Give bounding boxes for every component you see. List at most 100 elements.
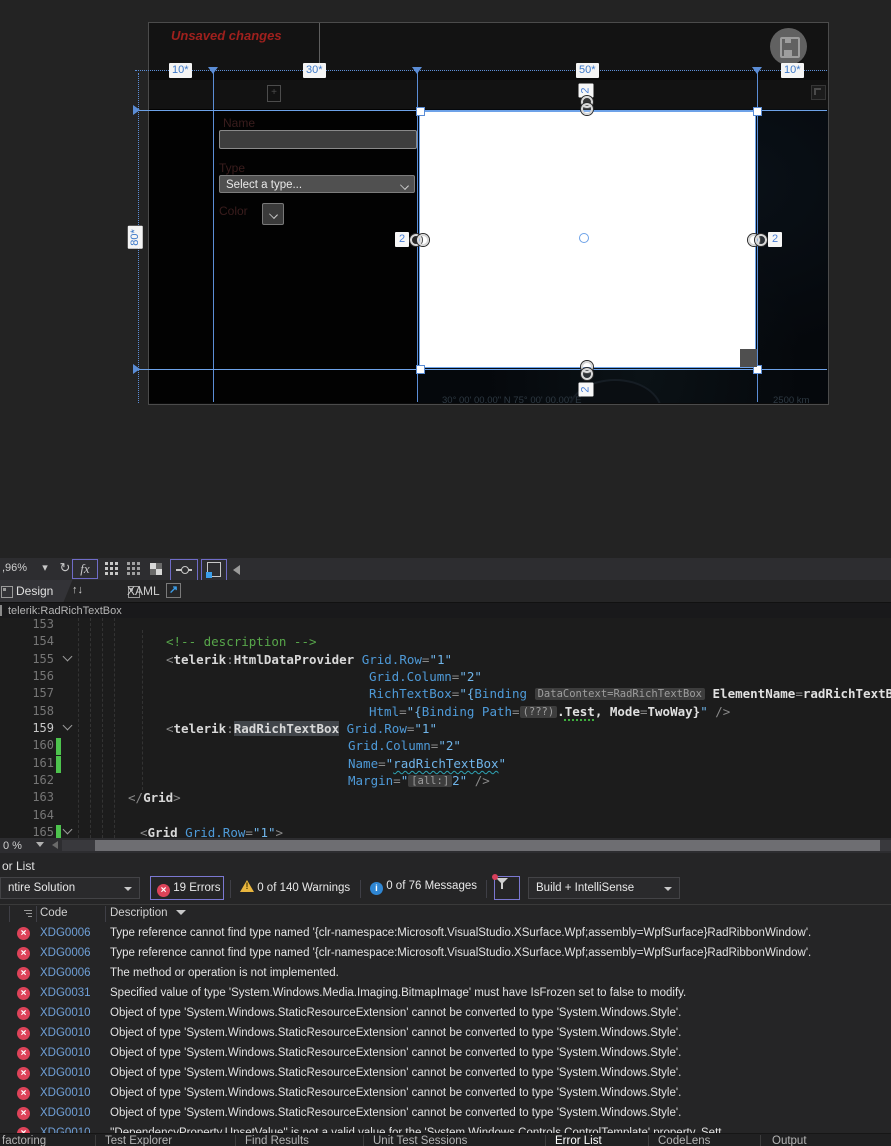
color-combobox[interactable] — [262, 203, 284, 225]
tab-xaml-label[interactable]: XAML — [127, 584, 160, 598]
selection-handle-bottom-left[interactable] — [416, 365, 425, 374]
collapse-chevron-icon[interactable] — [62, 651, 73, 662]
snapping-grid-icon[interactable] — [147, 559, 165, 581]
error-code[interactable]: XDG0010 — [40, 1107, 91, 1119]
error-code[interactable]: XDG0006 — [40, 927, 91, 939]
error-row[interactable]: × XDG0006 Type reference cannot find type … — [0, 924, 891, 944]
horizontal-scrollbar-thumb[interactable] — [95, 840, 880, 851]
bottom-tab-find-results[interactable]: Find Results — [245, 1135, 309, 1146]
margin-badge-left[interactable]: 2 — [395, 232, 409, 247]
scope-filter-dropdown[interactable]: ntire Solution — [0, 877, 140, 899]
error-code[interactable]: XDG0006 — [40, 947, 91, 959]
snap-lines-button[interactable] — [170, 559, 198, 582]
error-row[interactable]: × XDG0031 Specified value of type 'System.… — [0, 984, 891, 1004]
error-row[interactable]: × XDG0006 The method or operation is not i… — [0, 964, 891, 984]
name-textbox[interactable] — [219, 130, 417, 149]
refresh-icon[interactable]: ↻ — [58, 559, 72, 577]
collapse-chevron-icon[interactable] — [62, 720, 73, 731]
xaml-code-editor[interactable]: 153 154 <!-- description --> 155 <telerik:Ht… — [0, 618, 891, 838]
error-code[interactable]: XDG0006 — [40, 967, 91, 979]
error-row[interactable]: × XDG0010 Object of type 'System.Windows.S… — [0, 1044, 891, 1064]
chain-link-icon[interactable] — [748, 234, 767, 246]
resize-grip[interactable] — [740, 349, 757, 367]
type-combobox[interactable]: Select a type... — [219, 175, 415, 193]
zoom-caret-icon[interactable] — [36, 842, 44, 847]
code-line-156[interactable]: 156 Grid.Column="2" — [0, 669, 891, 686]
error-row[interactable]: ×XDG0010''DependencyProperty.UnsetValue'… — [0, 1124, 891, 1133]
chain-link-icon[interactable] — [581, 361, 593, 380]
selection-handle-top-left[interactable] — [416, 107, 425, 116]
error-code[interactable]: XDG0010 — [40, 1007, 91, 1019]
error-code[interactable]: XDG0010 — [40, 1067, 91, 1079]
column-splitter-handle[interactable] — [412, 67, 422, 74]
add-document-icon[interactable]: + — [267, 85, 281, 102]
bottom-tab-test-explorer[interactable]: Test Explorer — [105, 1135, 172, 1146]
bottom-tab-output[interactable]: Output — [772, 1135, 807, 1146]
error-code[interactable]: XDG0010 — [40, 1027, 91, 1039]
code-line-158[interactable]: 158 Html="{Binding Path= (???) .Test, Mode=… — [0, 704, 891, 721]
error-row[interactable]: × XDG0006 Type reference cannot find type … — [0, 944, 891, 964]
source-filter-dropdown[interactable]: Build + IntelliSense — [528, 877, 680, 899]
collapse-chevron-icon[interactable] — [62, 824, 73, 835]
code-line-159[interactable]: 159 <telerik:RadRichTextBox Grid.Row="1" — [0, 720, 891, 738]
map-corner-icon[interactable] — [811, 85, 826, 100]
error-code[interactable]: XDG0010 — [40, 1087, 91, 1099]
selection-handle-top-right[interactable] — [753, 107, 762, 116]
selection-anchor-point[interactable] — [579, 233, 589, 243]
margin-badge-bottom[interactable]: 2 — [578, 382, 594, 397]
error-code[interactable]: XDG0031 — [40, 987, 91, 999]
grid-column-size-badge[interactable]: 50* — [576, 63, 599, 78]
grid-column-size-badge[interactable]: 30* — [303, 63, 326, 78]
code-line-162[interactable]: 162 Margin=" [all:] 2" /> — [0, 773, 891, 790]
open-in-new-window-icon[interactable]: ↗ — [166, 583, 181, 598]
code-line-153[interactable]: 153 — [0, 618, 891, 634]
bottom-tab-codelens[interactable]: CodeLens — [658, 1135, 710, 1146]
bottom-tab-unit-test-sessions[interactable]: Unit Test Sessions — [373, 1135, 467, 1146]
messages-filter-button[interactable]: i 0 of 76 Messages — [370, 880, 477, 895]
breadcrumb[interactable]: telerik:RadRichTextBox — [8, 605, 122, 617]
grid-column-size-badge[interactable]: 10* — [169, 63, 192, 78]
show-grid-icon[interactable] — [102, 559, 120, 580]
column-header-code[interactable]: Code — [40, 907, 68, 919]
grid-row-size-badge[interactable]: 80* — [127, 226, 143, 249]
grid-settings-icon[interactable] — [124, 559, 142, 580]
error-code[interactable]: XDG0010 — [40, 1047, 91, 1059]
error-row[interactable]: × XDG0010 Object of type 'System.Windows.S… — [0, 1084, 891, 1104]
code-line-155[interactable]: 155 <telerik:HtmlDataProvider Grid.Row="1… — [0, 651, 891, 669]
filter-button[interactable] — [492, 874, 520, 900]
errors-filter-button[interactable]: × 19 Errors — [150, 876, 224, 900]
error-row[interactable]: × XDG0010 Object of type 'System.Windows.S… — [0, 1024, 891, 1044]
save-button[interactable] — [770, 28, 807, 65]
chain-link-icon[interactable] — [581, 96, 593, 115]
code-line-161[interactable]: 161 Name="radRichTextBox" — [0, 756, 891, 773]
code-line-163[interactable]: 163 </Grid> — [0, 790, 891, 807]
column-splitter-handle[interactable] — [752, 67, 762, 74]
error-row[interactable]: × XDG0010 Object of type 'System.Windows.S… — [0, 1004, 891, 1024]
scroll-left-icon[interactable] — [52, 841, 58, 849]
code-line-154[interactable]: 154 <!-- description --> — [0, 634, 891, 651]
margin-badge-right[interactable]: 2 — [768, 232, 782, 247]
collapse-left-icon[interactable] — [233, 565, 240, 575]
column-splitter-handle[interactable] — [208, 67, 218, 74]
grid-column-size-badge[interactable]: 10* — [781, 63, 804, 78]
code-line-164[interactable]: 164 — [0, 808, 891, 825]
row-splitter-handle[interactable] — [133, 105, 140, 115]
row-splitter-handle[interactable] — [133, 364, 140, 374]
error-row[interactable]: × XDG0010 Object of type 'System.Windows.S… — [0, 1104, 891, 1124]
swap-panes-icon[interactable]: ↑↓ — [72, 584, 83, 596]
code-line-157[interactable]: 157 RichTextBox="{Binding DataContext=Rad… — [0, 686, 891, 703]
error-row[interactable]: × XDG0010 Object of type 'System.Windows.S… — [0, 1064, 891, 1084]
effects-fx-button[interactable]: fx — [72, 559, 98, 579]
tab-design-label[interactable]: Design — [16, 584, 53, 598]
zoom-dropdown-caret-icon[interactable]: ▾ — [38, 559, 52, 577]
bottom-tab-factoring[interactable]: factoring — [2, 1135, 46, 1146]
designer-zoom-value[interactable]: ,96% — [2, 562, 27, 574]
artboard-background-button[interactable] — [201, 559, 227, 581]
editor-zoom-value[interactable]: 0 % — [3, 840, 22, 852]
code-line-160[interactable]: 160 Grid.Column="2" — [0, 738, 891, 755]
column-header-description[interactable]: Description — [110, 907, 186, 919]
warnings-filter-button[interactable]: 0 of 140 Warnings — [240, 880, 350, 894]
bottom-tab-error-list[interactable]: Error List — [555, 1135, 602, 1146]
code-line-165[interactable]: 165 <Grid Grid.Row="1"> — [0, 824, 891, 838]
chain-link-icon[interactable] — [410, 234, 429, 246]
